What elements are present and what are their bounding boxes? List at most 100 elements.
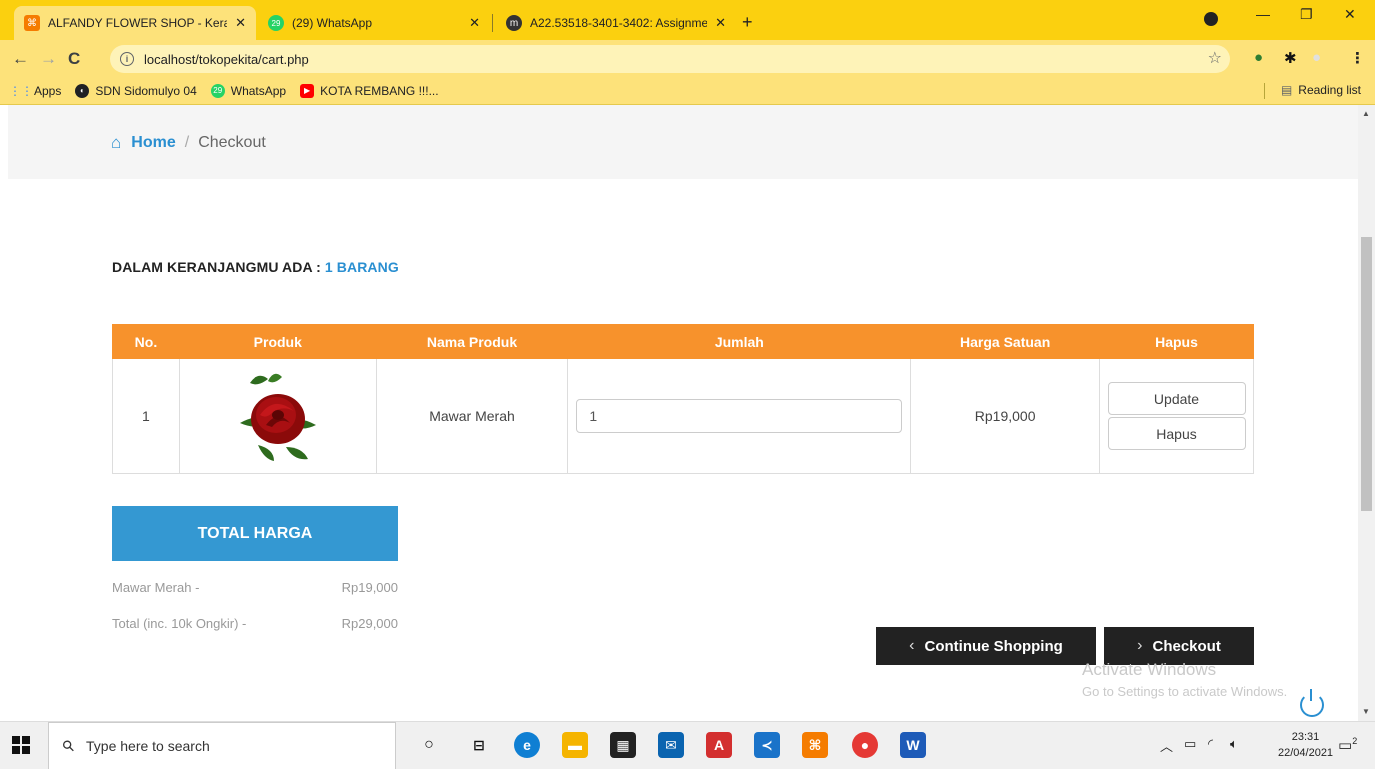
apps-grid-icon: ⋮⋮ [9,83,33,98]
info-icon[interactable]: i [120,52,134,66]
bookmark-label: Apps [34,83,62,98]
tab-whatsapp[interactable]: 29 (29) WhatsApp ✕ [258,6,490,40]
column-header-hapus: Hapus [1099,324,1254,359]
tab-title: (29) WhatsApp [292,16,373,30]
store-icon[interactable]: ▦ [610,732,636,758]
cell-no: 1 [112,358,180,474]
summary-item-label: Mawar Merah - [112,580,200,595]
tab-alfandy-flower-shop[interactable]: ⌘ ALFANDY FLOWER SHOP - Keran ✕ [14,6,256,40]
chrome-menu-icon[interactable]: ⋮ [1350,49,1365,67]
close-icon[interactable]: ✕ [715,15,726,31]
scrollbar-thumb[interactable] [1361,237,1372,511]
bookmark-separator [1264,83,1265,99]
tab-title: ALFANDY FLOWER SHOP - Keran [48,16,228,30]
column-header-no: No. [112,324,180,359]
back-icon[interactable]: ← [12,49,29,69]
cart-item-count: 1 BARANG [324,259,399,275]
youtube-icon: ▶ [300,83,315,98]
bookmark-star-icon[interactable]: ☆ [1208,48,1222,68]
extensions-puzzle-icon[interactable]: ✱ [1284,49,1297,67]
chrome-icon[interactable]: ● [852,732,878,758]
task-view-icon[interactable]: ⊟ [466,732,492,758]
activate-windows-watermark: Activate Windows Go to Settings to activ… [1082,660,1287,699]
close-icon[interactable]: ✕ [235,15,246,31]
breadcrumb: ⌂ Home / Checkout [111,133,266,153]
acrobat-icon[interactable]: A [706,732,732,758]
windows-taskbar: ⚲ Type here to search ○ ⊟ e ▬ ▦ ✉ A ≺ ⌘ … [0,721,1375,769]
scroll-to-top-icon[interactable] [1300,689,1324,717]
reload-icon[interactable]: C [68,49,80,69]
minimize-icon[interactable]: — [1256,6,1270,22]
extension-globe-icon[interactable]: ● [1254,49,1263,66]
total-harga-header: TOTAL HARGA [112,506,398,561]
cell-jumlah [567,358,912,474]
summary-total-value: Rp29,000 [341,616,398,631]
volume-icon[interactable]: 🔈︎ [1230,736,1238,752]
window-close-icon[interactable]: ✕ [1344,6,1356,23]
breadcrumb-home-link[interactable]: Home [131,134,175,152]
continue-shopping-button[interactable]: ‹ Continue Shopping [876,627,1096,665]
bookmark-apps[interactable]: ⋮⋮ Apps [9,83,62,98]
bookmark-kota-rembang[interactable]: ▶ KOTA REMBANG !!!... [300,83,439,98]
activate-windows-title: Activate Windows [1082,660,1217,679]
xampp-icon[interactable]: ⌘ [802,732,828,758]
windows-start-icon[interactable] [12,736,30,754]
url-input[interactable]: i localhost/tokopekita/cart.php ☆ [110,45,1230,73]
forward-icon[interactable]: → [40,49,57,69]
tab-assignment[interactable]: m A22.53518-3401-3402: Assignme ✕ [496,6,736,40]
taskbar-search-input[interactable]: ⚲ Type here to search [48,722,396,769]
taskbar-clock[interactable]: 23:31 22/04/2021 [1278,729,1333,761]
cart-table-header: No. Produk Nama Produk Jumlah Harga Satu… [112,324,1254,359]
whatsapp-icon: 29 [210,83,225,98]
vscode-icon[interactable]: ≺ [754,732,780,758]
notification-count: 2 [1352,736,1358,746]
reading-list-button[interactable]: ▤ Reading list [1281,83,1361,97]
profile-avatar-icon[interactable]: ● [1312,49,1321,66]
reading-list-label: Reading list [1298,83,1361,97]
bookmark-label: SDN Sidomulyo 04 [95,83,197,98]
address-bar-row: ← → C i localhost/tokopekita/cart.php ☆ … [0,40,1375,77]
close-icon[interactable]: ✕ [469,15,480,31]
restore-icon[interactable]: ❐ [1300,6,1313,23]
chrome-profile-icon[interactable] [1204,12,1218,26]
tray-chevron-icon[interactable]: ︿ [1160,736,1173,755]
chevron-left-icon: ‹ [909,637,915,654]
summary-total: Total (inc. 10k Ongkir) - Rp29,000 [112,616,398,631]
word-icon[interactable]: W [900,732,926,758]
cart-table: No. Produk Nama Produk Jumlah Harga Satu… [112,324,1254,474]
breadcrumb-separator: / [184,134,190,151]
cortana-icon[interactable]: ○ [416,732,442,758]
globe-icon: ◐ [75,83,90,98]
page-scrollbar[interactable]: ▲ ▼ [1358,105,1375,721]
bookmark-whatsapp[interactable]: 29 WhatsApp [210,83,286,98]
new-tab-icon[interactable]: + [742,12,753,33]
summary-line-item: Mawar Merah - Rp19,000 [112,580,398,595]
network-icon[interactable]: ◜ [1208,736,1213,752]
cell-nama-produk: Mawar Merah [375,358,569,474]
clock-date: 22/04/2021 [1278,747,1334,759]
column-header-nama-produk: Nama Produk [375,324,569,359]
reading-list-icon: ▤ [1280,83,1293,97]
moodle-icon: m [506,15,522,31]
scroll-down-icon[interactable]: ▼ [1362,707,1370,716]
cell-hapus: Update Hapus [1099,358,1254,474]
product-image-red-rose [228,365,328,465]
update-button[interactable]: Update [1107,382,1246,415]
search-icon: ⚲ [58,736,79,757]
notifications-icon[interactable]: ▭2 [1338,736,1357,754]
battery-icon[interactable]: ▭ [1184,736,1196,752]
xampp-icon: ⌘ [24,15,40,31]
scroll-up-icon[interactable]: ▲ [1362,109,1370,118]
mail-icon[interactable]: ✉ [658,732,684,758]
home-icon[interactable]: ⌂ [111,133,121,153]
breadcrumb-current: Checkout [198,134,266,151]
activate-windows-subtitle: Go to Settings to activate Windows. [1082,684,1288,699]
chevron-right-icon: › [1137,637,1143,654]
bookmark-sdn-sidomulyo[interactable]: ◐ SDN Sidomulyo 04 [75,83,197,98]
file-explorer-icon[interactable]: ▬ [562,732,588,758]
quantity-input[interactable] [576,399,903,433]
cell-produk [178,358,377,474]
delete-button[interactable]: Hapus [1107,417,1246,450]
continue-shopping-label: Continue Shopping [924,637,1063,655]
edge-icon[interactable]: e [514,732,540,758]
